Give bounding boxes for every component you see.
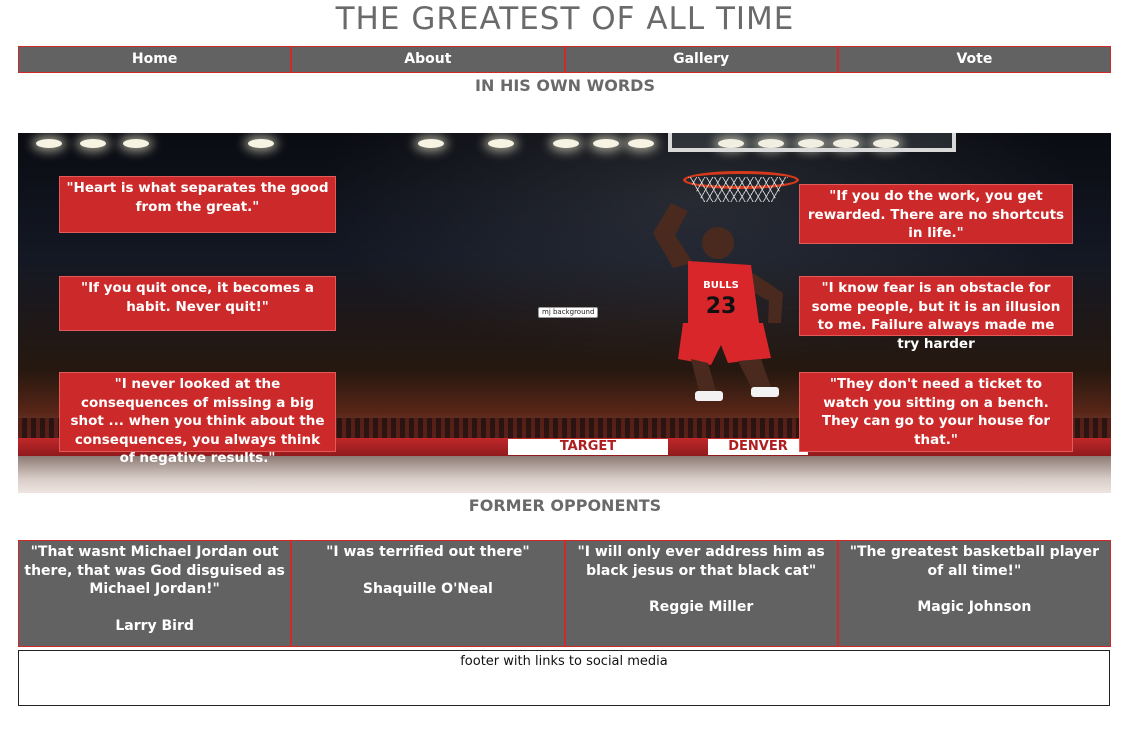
denver-sign: DENVER <box>708 439 808 455</box>
opponents-grid: "That wasnt Michael Jordan out there, th… <box>18 540 1111 647</box>
opponent-quote: "That wasnt Michael Jordan out there, th… <box>24 544 285 597</box>
jersey-number-text: 23 <box>706 294 737 319</box>
quote-box: "I know fear is an obstacle for some peo… <box>799 276 1073 352</box>
opponent-card: "The greatest basketball player of all t… <box>837 540 1111 647</box>
quote-box: "If you quit once, it becomes a habit. N… <box>59 276 336 331</box>
page-footer: footer with links to social media <box>18 650 1110 706</box>
opponents-heading: FORMER OPPONENTS <box>468 496 662 515</box>
page-title: THE GREATEST OF ALL TIME <box>335 1 795 37</box>
opponent-quote: "I will only ever address him as black j… <box>577 544 825 579</box>
nav-gallery[interactable]: Gallery <box>564 46 838 73</box>
image-alt-label: mj background <box>538 307 599 318</box>
quote-box: "Heart is what separates the good from t… <box>59 176 336 233</box>
quote-box: "If you do the work, you get rewarded. T… <box>799 184 1073 244</box>
main-nav: Home About Gallery Vote <box>18 46 1111 73</box>
target-sign: TARGET <box>508 439 668 455</box>
opponent-quote: "The greatest basketball player of all t… <box>849 544 1100 579</box>
opponent-name: Larry Bird <box>115 617 194 634</box>
opponent-card: "I will only ever address him as black j… <box>564 540 838 647</box>
nav-vote[interactable]: Vote <box>837 46 1111 73</box>
opponent-name: Shaquille O'Neal <box>362 580 493 597</box>
footer-text: footer with links to social media <box>460 654 668 669</box>
opponent-quote: "I was terrified out there" <box>326 544 530 560</box>
nav-home[interactable]: Home <box>18 46 292 73</box>
quotes-heading: IN HIS OWN WORDS <box>475 76 655 95</box>
jersey-team-text: BULLS <box>703 280 739 291</box>
backboard <box>668 133 956 152</box>
opponent-card: "I was terrified out there" Shaquille O'… <box>291 540 565 647</box>
quote-box: "I never looked at the consequences of m… <box>59 372 336 466</box>
opponent-card: "That wasnt Michael Jordan out there, th… <box>18 540 292 647</box>
quote-box: "They don't need a ticket to watch you s… <box>799 372 1073 452</box>
hero-image: TARGET DENVER BULLS 23 mj background "He… <box>18 133 1111 493</box>
opponent-name: Magic Johnson <box>917 599 1032 615</box>
opponent-name: Reggie Miller <box>649 599 754 615</box>
nav-about[interactable]: About <box>291 46 565 73</box>
player-figure: BULLS 23 <box>653 203 783 401</box>
